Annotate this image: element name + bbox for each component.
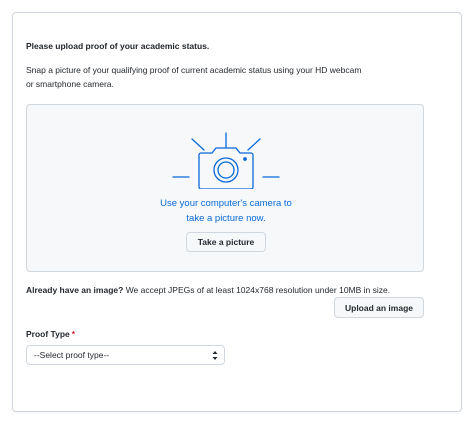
camera-dropzone[interactable]: Use your computer's camera to take a pic…: [26, 104, 424, 272]
upload-heading: Please upload proof of your academic sta…: [26, 41, 210, 51]
camera-prompt-line1[interactable]: Use your computer's camera to: [27, 196, 425, 211]
upload-description: Snap a picture of your qualifying proof …: [26, 65, 362, 89]
camera-prompt-line2[interactable]: take a picture now.: [27, 211, 425, 226]
already-have-image-requirements: We accept JPEGs of at least 1024x768 res…: [123, 285, 391, 295]
required-asterisk: *: [71, 329, 76, 339]
take-picture-button[interactable]: Take a picture: [186, 232, 266, 252]
upload-image-button[interactable]: Upload an image: [334, 297, 424, 318]
camera-icon: [171, 117, 281, 190]
already-have-image-bold: Already have an image?: [26, 285, 124, 295]
select-updown-icon: [212, 351, 218, 360]
proof-type-label-text: Proof Type: [26, 329, 70, 339]
proof-type-label: Proof Type *: [26, 329, 75, 339]
already-have-image-text: Already have an image? We accept JPEGs o…: [26, 285, 390, 295]
proof-type-selected-value: --Select proof type--: [34, 350, 110, 360]
proof-type-select[interactable]: --Select proof type--: [26, 345, 225, 365]
